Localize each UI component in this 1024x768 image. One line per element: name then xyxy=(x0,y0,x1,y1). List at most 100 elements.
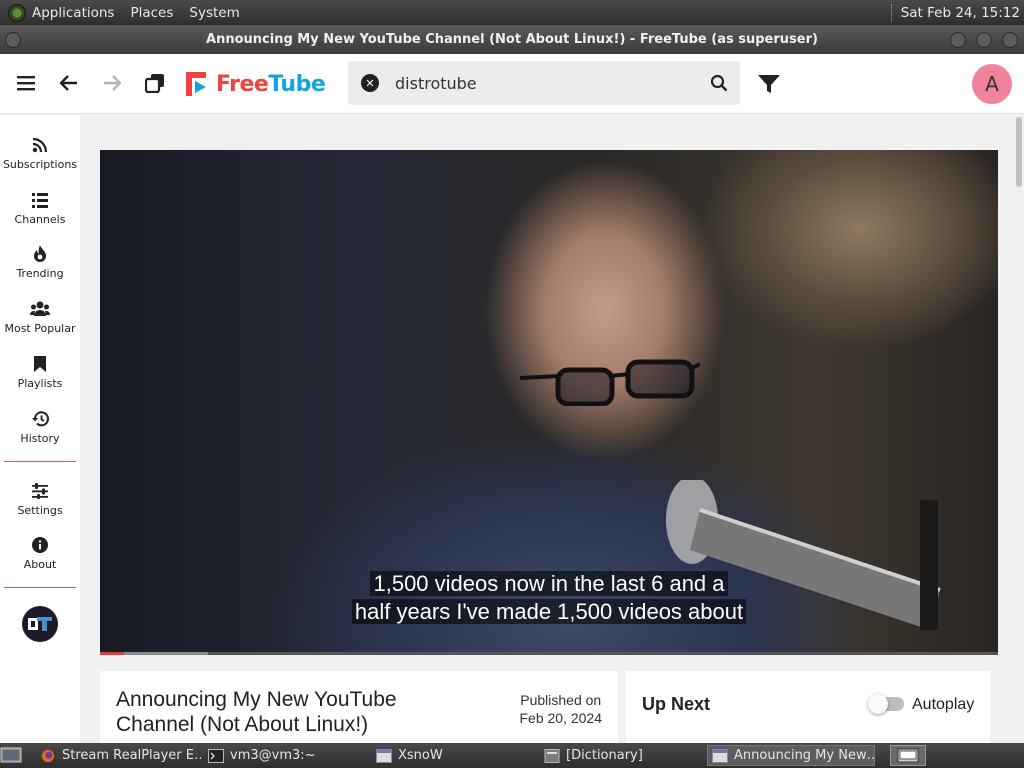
freetube-app: Free Tube ✕ distrotube A Subscriptions C… xyxy=(0,54,1024,743)
published-date-value: Feb 20, 2024 xyxy=(519,710,602,726)
sidebar-item-channels[interactable]: Channels xyxy=(0,186,80,236)
video-info-card: Announcing My New YouTube Channel (Not A… xyxy=(100,671,618,743)
applications-menu[interactable]: Applications xyxy=(32,5,114,21)
video-frame-glasses xyxy=(520,359,700,406)
sidebar-item-label: About xyxy=(23,558,57,571)
published-label: Published on xyxy=(520,692,602,708)
published-date: Published on Feb 20, 2024 xyxy=(519,691,602,727)
video-played-bar xyxy=(100,652,125,655)
up-next-title: Up Next xyxy=(642,694,711,714)
forward-button[interactable] xyxy=(95,66,129,100)
logo-text-free: Free xyxy=(216,71,269,97)
search-input[interactable]: distrotube xyxy=(395,74,710,93)
freetube-logo[interactable]: Free Tube xyxy=(186,70,326,98)
taskbar-item-realplayer[interactable]: Stream RealPlayer E… xyxy=(36,745,201,766)
desktop-taskbar: Stream RealPlayer E… vm3@vm3:~ XsnoW [Di… xyxy=(0,743,1024,768)
arrow-left-icon xyxy=(60,75,77,91)
sidebar-item-most-popular[interactable]: Most Popular xyxy=(0,295,80,345)
places-menu[interactable]: Places xyxy=(130,5,173,21)
autoplay-toggle-knob[interactable] xyxy=(868,694,888,714)
window-title: Announcing My New YouTube Channel (Not A… xyxy=(206,32,818,47)
sidebar-divider xyxy=(4,461,76,462)
clock[interactable]: Sat Feb 24, 15:12 xyxy=(901,5,1020,21)
sliders-icon xyxy=(32,483,48,499)
hamburger-icon xyxy=(17,76,35,91)
autoplay-label: Autoplay xyxy=(912,696,975,713)
terminal-icon xyxy=(208,748,224,763)
video-captions: 1,500 videos now in the last 6 and a hal… xyxy=(100,570,998,626)
list-icon xyxy=(32,193,48,208)
menu-toggle-button[interactable] xyxy=(9,66,43,100)
autoplay-toggle[interactable] xyxy=(868,694,904,714)
caption-line-2: half years I've made 1,500 videos about xyxy=(351,599,747,624)
sidebar-item-label: Most Popular xyxy=(4,322,76,335)
taskbar-item-terminal[interactable]: vm3@vm3:~ xyxy=(204,745,369,766)
search-icon[interactable] xyxy=(710,74,728,92)
dictionary-icon xyxy=(544,748,560,763)
show-desktop-icon[interactable] xyxy=(0,746,22,765)
close-button[interactable] xyxy=(1002,32,1018,48)
sidebar-item-trending[interactable]: Trending xyxy=(0,240,80,290)
panel-menu-bar: Applications Places System xyxy=(0,0,256,25)
distro-logo-icon[interactable] xyxy=(8,3,26,22)
firefox-icon xyxy=(41,749,55,762)
rss-icon xyxy=(32,137,48,153)
taskbar-item-label: Announcing My New… xyxy=(734,748,875,763)
filter-icon xyxy=(758,75,780,93)
sidebar-item-history[interactable]: History xyxy=(0,405,80,455)
search-bar[interactable]: ✕ distrotube xyxy=(348,61,740,105)
taskbar-item-xsnow[interactable]: XsnoW xyxy=(372,745,537,766)
clear-search-icon[interactable]: ✕ xyxy=(361,74,379,92)
video-player[interactable]: 1,500 videos now in the last 6 and a hal… xyxy=(100,150,998,655)
taskbar-item-label: vm3@vm3:~ xyxy=(230,748,316,763)
back-button[interactable] xyxy=(52,66,86,100)
users-icon xyxy=(30,301,50,316)
sidebar-item-label: Channels xyxy=(14,213,66,226)
page-scrollbar[interactable] xyxy=(1014,115,1024,743)
sidebar-item-playlists[interactable]: Playlists xyxy=(0,350,80,400)
channel-avatar[interactable] xyxy=(22,606,58,642)
search-filter-button[interactable] xyxy=(756,68,782,96)
sidebar-item-about[interactable]: About xyxy=(0,531,80,581)
profile-avatar[interactable]: A xyxy=(972,64,1012,104)
desktop-top-panel: Applications Places System Sat Feb 24, 1… xyxy=(0,0,1024,25)
taskbar-item-freetube[interactable]: Announcing My New… xyxy=(707,745,875,766)
system-menu[interactable]: System xyxy=(189,5,239,21)
window-menu-button[interactable] xyxy=(5,32,21,48)
panel-clock-area: Sat Feb 24, 15:12 xyxy=(890,0,1020,25)
info-icon xyxy=(32,537,48,553)
sidebar-item-label: Trending xyxy=(16,267,64,280)
caption-line-1: 1,500 videos now in the last 6 and a xyxy=(370,571,728,596)
new-window-button[interactable] xyxy=(138,66,172,100)
history-icon xyxy=(31,411,49,427)
workspace-icon xyxy=(897,748,919,763)
logo-text-tube: Tube xyxy=(268,71,326,97)
taskbar-item-label: Stream RealPlayer E… xyxy=(62,748,201,763)
scrollbar-thumb[interactable] xyxy=(1016,117,1022,187)
taskbar-item-dictionary[interactable]: [Dictionary] xyxy=(540,745,705,766)
sidebar-item-settings[interactable]: Settings xyxy=(0,477,80,527)
panel-separator xyxy=(890,3,893,22)
bookmark-icon xyxy=(34,356,46,372)
fire-icon xyxy=(34,245,46,262)
video-progress-bar[interactable] xyxy=(100,652,998,655)
clone-icon xyxy=(145,74,164,93)
window-icon xyxy=(712,748,728,763)
up-next-card: Up Next Autoplay xyxy=(626,671,990,743)
window-titlebar[interactable]: Announcing My New YouTube Channel (Not A… xyxy=(0,25,1024,54)
sidebar-item-label: Settings xyxy=(17,504,63,517)
arrow-right-icon xyxy=(104,75,121,91)
taskbar-item-label: [Dictionary] xyxy=(566,748,643,763)
minimize-button[interactable] xyxy=(950,32,966,48)
workspace-switcher[interactable] xyxy=(890,745,926,766)
sidebar-item-label: History xyxy=(20,432,60,445)
distrotube-channel-icon xyxy=(28,617,52,631)
top-nav: Free Tube ✕ distrotube A xyxy=(0,54,1024,114)
sidebar-item-subscriptions[interactable]: Subscriptions xyxy=(0,131,80,181)
freetube-logo-icon xyxy=(186,72,206,96)
taskbar-item-label: XsnoW xyxy=(398,748,443,763)
sidebar-divider xyxy=(4,587,76,588)
side-nav: Subscriptions Channels Trending Most Pop… xyxy=(0,115,80,743)
maximize-button[interactable] xyxy=(976,32,992,48)
video-title: Announcing My New YouTube Channel (Not A… xyxy=(116,688,397,736)
